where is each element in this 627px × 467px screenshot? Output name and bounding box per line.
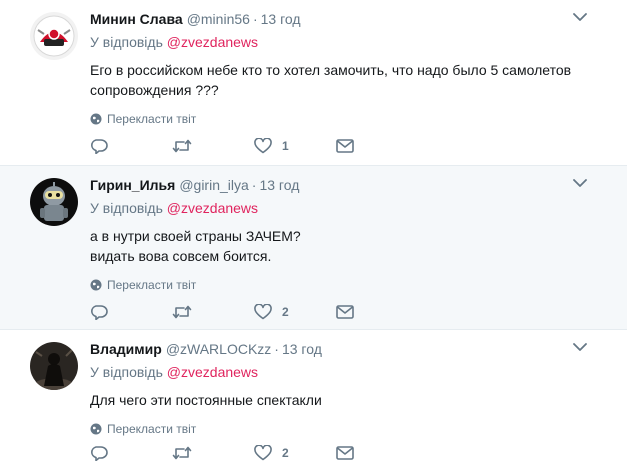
heart-icon	[254, 138, 272, 154]
reply-button[interactable]	[90, 304, 172, 320]
translate-label[interactable]: Перекласти твіт	[107, 421, 196, 437]
globe-icon	[90, 279, 102, 291]
tweet-actions: 1	[90, 136, 627, 156]
reply-context: У відповідь @zvezdanews	[90, 199, 615, 217]
mention-link[interactable]: @zvezdanews	[167, 200, 258, 216]
envelope-icon	[336, 446, 354, 460]
timestamp[interactable]: 13 год	[259, 177, 299, 193]
tweet-text: Для чего эти постоянные спектакли	[90, 392, 322, 408]
retweet-icon	[172, 446, 192, 460]
translate-label[interactable]: Перекласти твіт	[107, 277, 196, 293]
retweet-button[interactable]	[172, 139, 254, 153]
translate-label[interactable]: Перекласти твіт	[107, 111, 196, 127]
globe-icon	[90, 423, 102, 435]
translate-link[interactable]: Перекласти твіт	[90, 421, 615, 437]
avatar[interactable]	[30, 342, 78, 390]
mention-link[interactable]: @zvezdanews	[167, 364, 258, 380]
display-name[interactable]: Минин Слава	[90, 11, 183, 27]
avatar-red-logo-icon	[30, 12, 78, 60]
tweet-actions: 2	[90, 443, 627, 463]
tweet[interactable]: Минин Слава @minin56 · 13 год У відповідь @…	[0, 0, 627, 166]
like-button[interactable]: 1	[254, 138, 336, 154]
chevron-down-icon[interactable]	[573, 342, 587, 352]
like-count: 2	[282, 446, 289, 460]
message-button[interactable]	[336, 446, 418, 460]
like-count: 1	[282, 139, 289, 153]
tweet[interactable]: Гирин_Илья @girin_ilya · 13 год У відповідь…	[0, 166, 627, 330]
retweet-icon	[172, 305, 192, 319]
separator-dot: ·	[251, 177, 257, 193]
timestamp[interactable]: 13 год	[282, 341, 322, 357]
like-count: 2	[282, 305, 289, 319]
reply-button[interactable]	[90, 445, 172, 461]
envelope-icon	[336, 139, 354, 153]
avatar[interactable]	[30, 178, 78, 226]
retweet-icon	[172, 139, 192, 153]
chevron-down-icon[interactable]	[573, 12, 587, 22]
username[interactable]: @girin_ilya	[179, 177, 248, 193]
tweet-text: а в нутри своей страны ЗАЧЕМ? видать вов…	[90, 226, 615, 266]
username[interactable]: @minin56	[187, 11, 250, 27]
translate-link[interactable]: Перекласти твіт	[90, 111, 615, 127]
message-button[interactable]	[336, 305, 418, 319]
tweet-text: Его в российском небе кто то хотел замоч…	[90, 62, 572, 98]
reply-button[interactable]	[90, 138, 172, 154]
reply-prefix: У відповідь	[90, 200, 163, 216]
tweet[interactable]: Владимир @zWARLOCKzz · 13 год У відповідь @…	[0, 330, 627, 467]
envelope-icon	[336, 305, 354, 319]
like-button[interactable]: 2	[254, 304, 336, 320]
separator-dot: ·	[252, 11, 258, 27]
tweet-actions: 2	[90, 302, 627, 322]
reply-icon	[91, 139, 108, 154]
avatar-dark-figure-icon	[30, 342, 78, 390]
avatar-robot-icon	[30, 178, 78, 226]
reply-icon	[91, 305, 108, 320]
mention-link[interactable]: @zvezdanews	[167, 34, 258, 50]
username[interactable]: @zWARLOCKzz	[166, 341, 271, 357]
heart-icon	[254, 445, 272, 461]
retweet-button[interactable]	[172, 305, 254, 319]
reply-prefix: У відповідь	[90, 364, 163, 380]
retweet-button[interactable]	[172, 446, 254, 460]
tweet-text-line: а в нутри своей страны ЗАЧЕМ?	[90, 228, 301, 244]
message-button[interactable]	[336, 139, 418, 153]
reply-context: У відповідь @zvezdanews	[90, 363, 615, 381]
display-name[interactable]: Владимир	[90, 341, 162, 357]
display-name[interactable]: Гирин_Илья	[90, 177, 175, 193]
reply-icon	[91, 446, 108, 461]
chevron-down-icon[interactable]	[573, 178, 587, 188]
heart-icon	[254, 304, 272, 320]
avatar[interactable]	[30, 12, 78, 60]
globe-icon	[90, 113, 102, 125]
tweet-text-line: видать вова совсем боится.	[90, 248, 272, 264]
reply-prefix: У відповідь	[90, 34, 163, 50]
translate-link[interactable]: Перекласти твіт	[90, 277, 615, 293]
reply-context: У відповідь @zvezdanews	[90, 33, 615, 51]
separator-dot: ·	[274, 341, 279, 357]
timestamp[interactable]: 13 год	[261, 11, 301, 27]
like-button[interactable]: 2	[254, 445, 336, 461]
